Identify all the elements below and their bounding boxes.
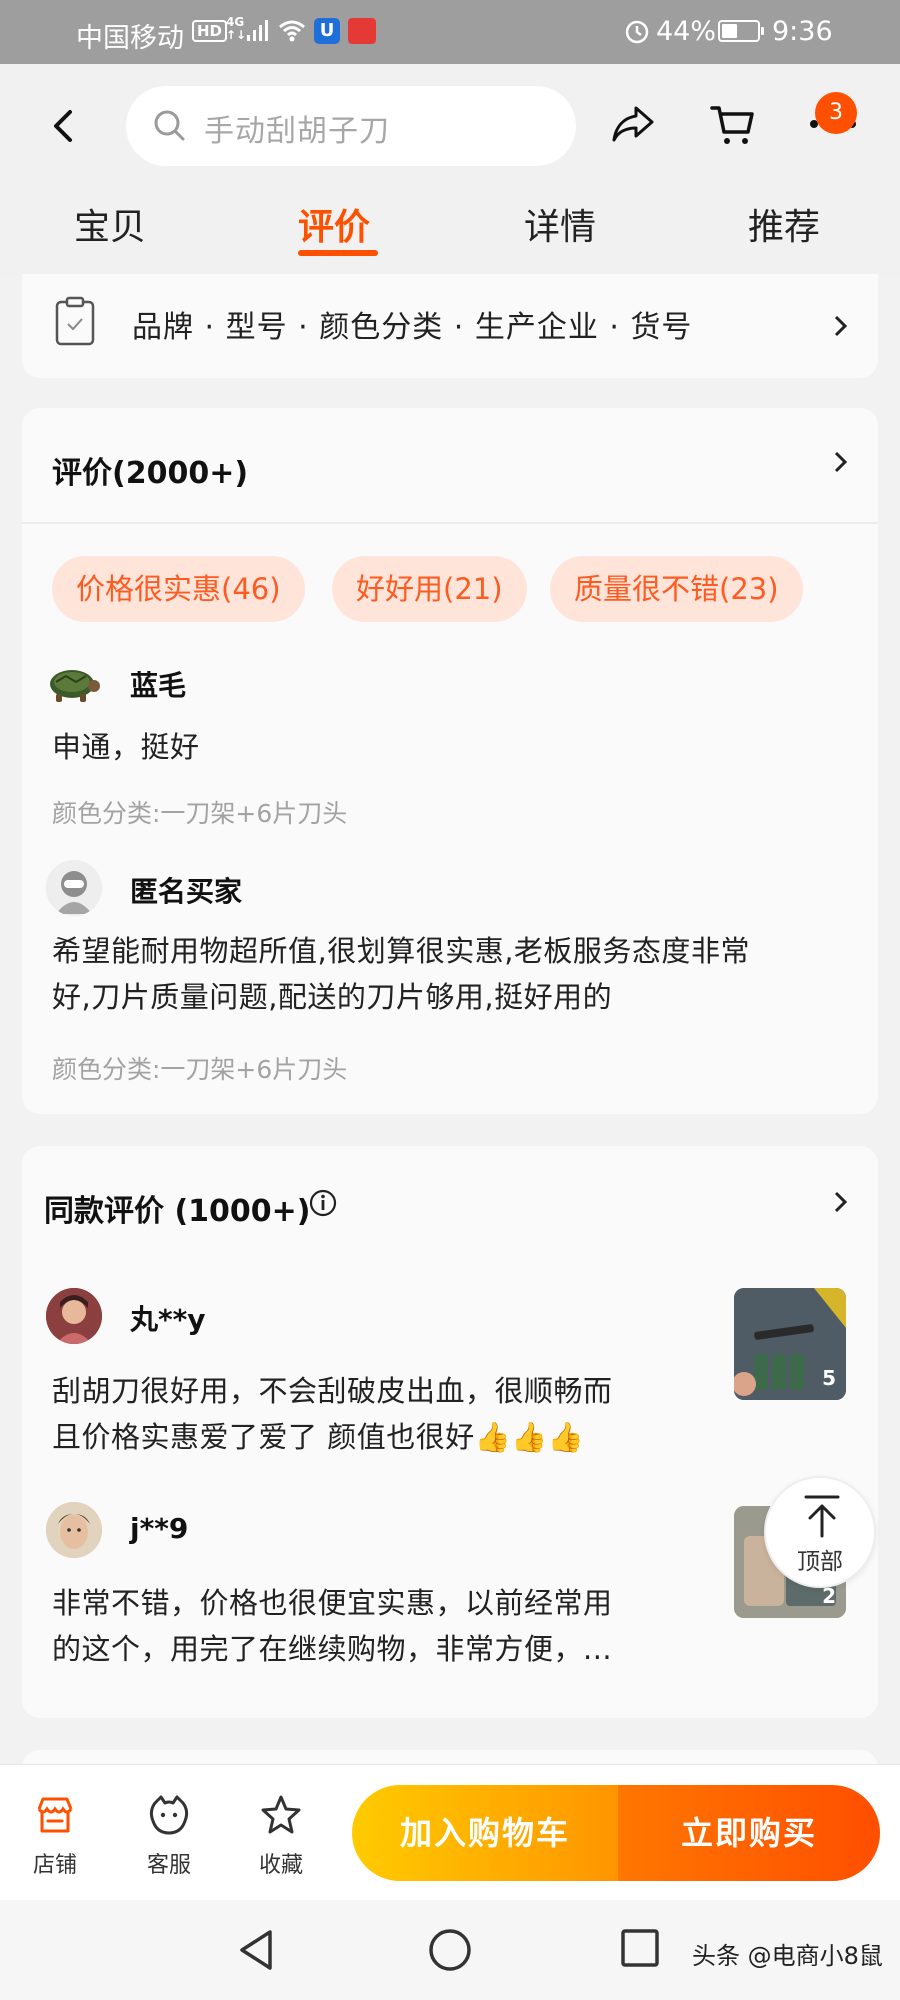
share-icon[interactable] [610,104,656,144]
cart-icon[interactable] [710,102,756,148]
cart-count-badge: 3 [815,92,857,134]
chevron-right-icon[interactable] [828,1190,852,1214]
battery-icon [718,20,764,42]
bottom-action-bar: 店铺 客服 收藏 加入购物车 立即购买 [0,1764,900,1900]
same-reviews-title[interactable]: 同款评价 (1000+) [44,1186,311,1230]
review-text: 申通，挺好 [52,730,200,764]
review-username: 蓝毛 [130,669,187,702]
review-photo-thumbnail[interactable]: 5 [734,1288,846,1400]
arrow-up-icon [804,1495,840,1538]
avatar [46,1502,102,1558]
service-label: 客服 [146,1853,191,1878]
avatar [46,1288,102,1344]
avatar [46,654,102,710]
review-text-line: 且价格实惠爱了爱了 颜值也很好👍👍👍 [52,1420,585,1454]
review-text-line: 的这个，用完了在继续购物，非常方便，... [52,1632,613,1666]
hd-indicator: HD [192,20,228,42]
review-text-line: 好,刀片质量问题,配送的刀片够用,挺好用的 [52,980,613,1014]
back-arrow-icon[interactable] [44,106,84,146]
params-summary: 品牌 · 型号 · 颜色分类 · 生产企业 · 货号 [132,310,693,345]
reviews-title[interactable]: 评价(2000+) [52,448,248,492]
network-type: 4G ↑↓ [226,15,247,42]
section-tabs: 宝贝 评价 详情 推荐 [0,198,900,268]
review-text-line: 非常不错，价格也很便宜实惠，以前经常用 [52,1586,613,1620]
alarm-icon [625,20,649,44]
nav-back-icon[interactable] [236,1928,276,1972]
search-placeholder: 手动刮胡子刀 [204,114,390,149]
clipboard-icon [55,296,95,346]
shop-icon [37,1797,73,1833]
divider [22,522,878,524]
tab-details[interactable]: 详情 [524,198,596,250]
app-notification-icon-2 [348,18,376,44]
nav-recents-icon[interactable] [620,1928,660,1968]
review-username: j**9 [130,1512,189,1545]
status-bar: 中国移动 HD 4G ↑↓ U 44% 9:36 [0,0,900,64]
favorite-label: 收藏 [258,1853,303,1878]
photo-count: 5 [822,1366,836,1390]
system-navigation-bar: 头条 @电商小8鼠 [0,1900,900,2000]
info-icon[interactable] [308,1188,338,1218]
watermark: 头条 @电商小8鼠 [692,1942,883,1970]
chevron-right-icon[interactable] [828,450,852,474]
review-tag[interactable]: 质量很不错(23) [550,556,803,622]
signal-icon [247,20,268,41]
review-text-line: 希望能耐用物超所值,很划算很实惠,老板服务态度非常 [52,934,750,968]
review-text-line: 刮胡刀很好用，不会刮破皮出血，很顺畅而 [52,1374,613,1408]
back-to-top-label: 顶部 [797,1549,843,1575]
nav-home-icon[interactable] [428,1928,472,1972]
review-username: 匿名买家 [130,875,243,908]
carrier-name: 中国移动 [76,23,184,54]
review-tag[interactable]: 好好用(21) [332,556,527,622]
avatar [46,860,102,916]
shop-label: 店铺 [32,1853,77,1878]
wifi-icon [279,20,305,42]
chevron-right-icon [834,315,848,337]
active-tab-indicator [298,250,378,256]
chat-icon [149,1795,189,1835]
same-style-reviews-section: 同款评价 (1000+) 丸**y 刮胡刀很好用，不会刮破皮出血，很顺畅而 且价… [22,1146,878,1718]
tab-recommend[interactable]: 推荐 [748,198,820,250]
reviews-section: 评价(2000+) 价格很实惠(46) 好好用(21) 质量很不错(23) 蓝毛… [22,408,878,1114]
search-bar[interactable]: 手动刮胡子刀 [126,86,576,166]
product-header: 手动刮胡子刀 3 宝贝 评价 详情 推荐 [0,64,900,276]
add-to-cart-button[interactable]: 加入购物车 [352,1785,618,1881]
product-params-row[interactable]: 品牌 · 型号 · 颜色分类 · 生产企业 · 货号 [22,274,878,378]
review-tag[interactable]: 价格很实惠(46) [52,556,305,622]
review-username: 丸**y [130,1303,206,1336]
app-notification-icon: U [314,18,340,44]
star-icon [261,1795,301,1834]
back-to-top-button[interactable]: 顶部 [764,1476,876,1588]
clock: 9:36 [772,16,833,47]
review-sku: 颜色分类:一刀架+6片刀头 [52,799,348,828]
review-sku: 颜色分类:一刀架+6片刀头 [52,1055,348,1084]
search-icon [154,110,185,141]
tab-baby[interactable]: 宝贝 [74,198,146,250]
battery-percent: 44% [656,16,717,47]
buy-now-button[interactable]: 立即购买 [618,1785,880,1881]
tab-reviews[interactable]: 评价 [298,198,370,250]
